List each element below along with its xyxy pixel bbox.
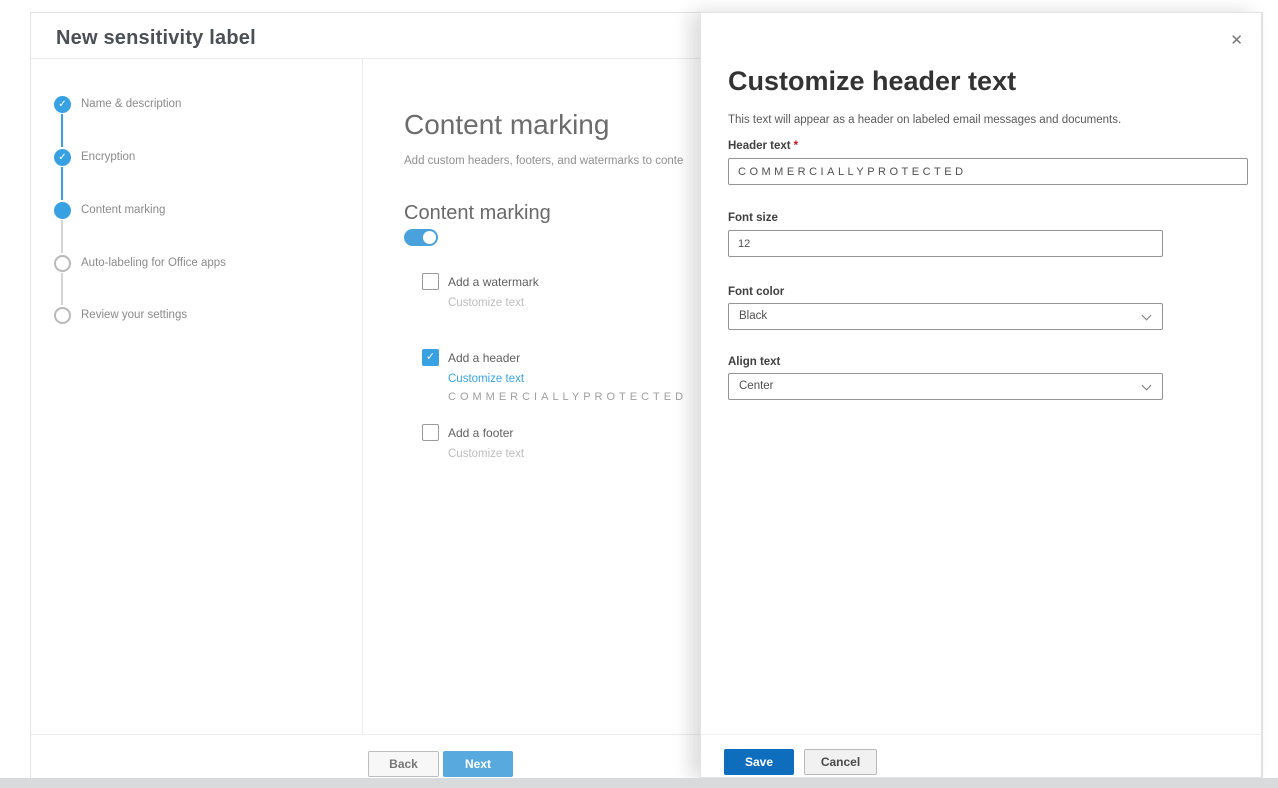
font-color-label: Font color — [728, 286, 784, 298]
step-todo-icon — [54, 307, 71, 324]
font-color-value: Black — [739, 310, 767, 322]
customize-header-link[interactable]: Customize text — [448, 373, 524, 385]
step-connector — [61, 167, 63, 200]
customize-header-text-panel: ✕ Customize header text This text will a… — [700, 12, 1262, 778]
step-current-icon — [54, 202, 71, 219]
customize-watermark-link: Customize text — [448, 297, 524, 309]
customize-footer-link: Customize text — [448, 448, 524, 460]
required-asterisk: * — [794, 140, 798, 152]
content-marking-section-title: Content marking — [404, 202, 551, 225]
checkmark-icon: ✓ — [426, 352, 435, 363]
font-color-select[interactable]: Black — [728, 303, 1163, 330]
watermark-checkbox[interactable]: ✓ — [422, 273, 439, 290]
screen: New sensitivity label ✓ Name & descripti… — [0, 0, 1278, 788]
header-checkbox[interactable]: ✓ — [422, 349, 439, 366]
footer-checkbox[interactable]: ✓ — [422, 424, 439, 441]
step-todo-icon — [54, 255, 71, 272]
align-text-label: Align text — [728, 356, 780, 368]
step-connector — [61, 114, 63, 147]
page-title: Content marking — [404, 109, 609, 141]
step-label: Content marking — [81, 204, 165, 216]
checkmark-icon: ✓ — [58, 100, 66, 110]
content-marking-toggle[interactable] — [404, 229, 438, 246]
panel-footer-divider — [701, 734, 1261, 735]
font-size-label: Font size — [728, 212, 778, 224]
dialog-title: New sensitivity label — [56, 27, 256, 50]
header-text-label: Header text* — [728, 140, 798, 152]
page-subtitle: Add custom headers, footers, and waterma… — [404, 155, 683, 167]
option-label: Add a watermark — [448, 275, 539, 289]
header-text-preview: COMMERCIALLYPROTECTED — [448, 391, 687, 403]
field-label-text: Header text — [728, 140, 791, 152]
wizard-stepper: ✓ Name & description ✓ Encryption Conten… — [31, 59, 363, 734]
toggle-knob — [423, 231, 436, 244]
option-label: Add a header — [448, 351, 520, 365]
option-label: Add a footer — [448, 426, 513, 440]
close-icon[interactable]: ✕ — [1230, 33, 1243, 48]
bottom-strip — [0, 778, 1278, 788]
cancel-button[interactable]: Cancel — [804, 749, 877, 775]
step-connector — [61, 273, 63, 305]
next-button[interactable]: Next — [443, 751, 513, 777]
step-label: Review your settings — [81, 309, 187, 321]
align-text-value: Center — [739, 380, 774, 392]
step-label: Encryption — [81, 151, 135, 163]
step-connector — [61, 220, 63, 253]
align-text-select[interactable]: Center — [728, 373, 1163, 400]
chevron-down-icon — [1142, 311, 1152, 321]
step-label: Auto-labeling for Office apps — [81, 257, 226, 269]
header-text-input[interactable] — [728, 158, 1248, 185]
chevron-down-icon — [1142, 381, 1152, 391]
panel-description: This text will appear as a header on lab… — [728, 114, 1121, 126]
step-complete-icon: ✓ — [54, 96, 71, 113]
save-button[interactable]: Save — [724, 749, 794, 775]
step-label: Name & description — [81, 98, 181, 110]
step-complete-icon: ✓ — [54, 149, 71, 166]
font-size-input[interactable] — [728, 230, 1163, 257]
panel-title: Customize header text — [728, 66, 1016, 97]
back-button[interactable]: Back — [368, 751, 439, 777]
checkmark-icon: ✓ — [58, 153, 66, 163]
